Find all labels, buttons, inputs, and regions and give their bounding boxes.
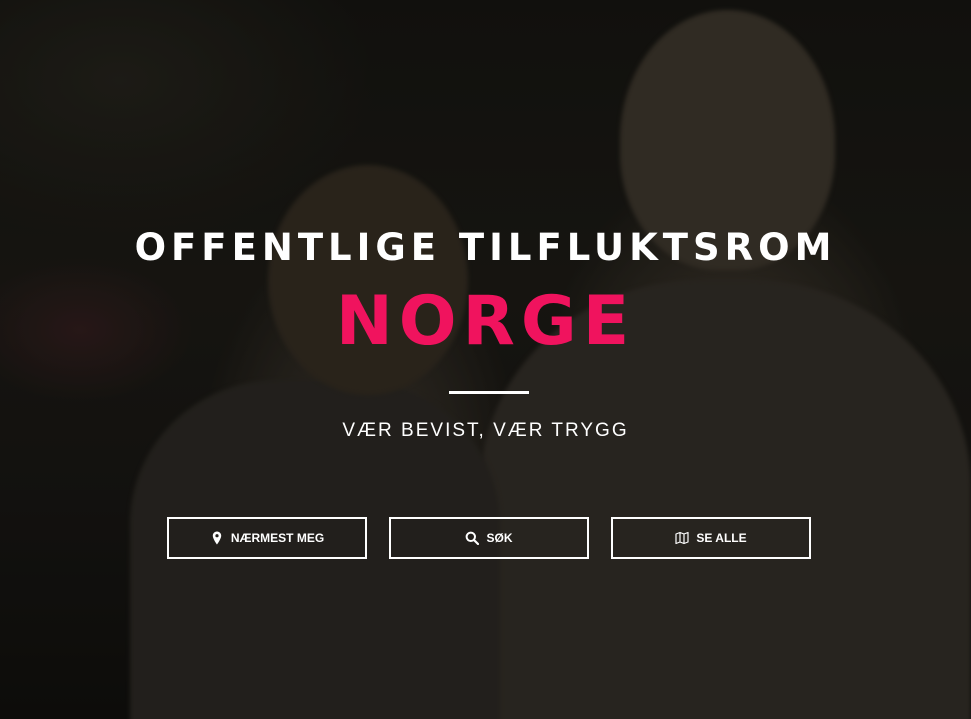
hero-tagline: VÆR BEVIST, VÆR TRYGG (342, 420, 629, 441)
map-icon (675, 531, 689, 545)
hero-content: OFFENTLIGE TILFLUKTSROM NORGE VÆR BEVIST… (0, 0, 971, 719)
search-label: SØK (486, 531, 513, 545)
see-all-button[interactable]: SE ALLE (611, 517, 811, 559)
nearest-me-label: NÆRMEST MEG (230, 531, 325, 545)
search-icon (465, 531, 480, 545)
nearest-me-button[interactable]: NÆRMEST MEG (167, 517, 367, 559)
search-button[interactable]: SØK (389, 517, 589, 559)
see-all-label: SE ALLE (696, 531, 747, 545)
title-divider (449, 391, 529, 394)
map-marker-icon (210, 531, 224, 545)
hero-title-country: NORGE (335, 282, 636, 361)
hero-title: OFFENTLIGE TILFLUKTSROM (134, 226, 837, 269)
hero-section: OFFENTLIGE TILFLUKTSROM NORGE VÆR BEVIST… (0, 0, 971, 719)
